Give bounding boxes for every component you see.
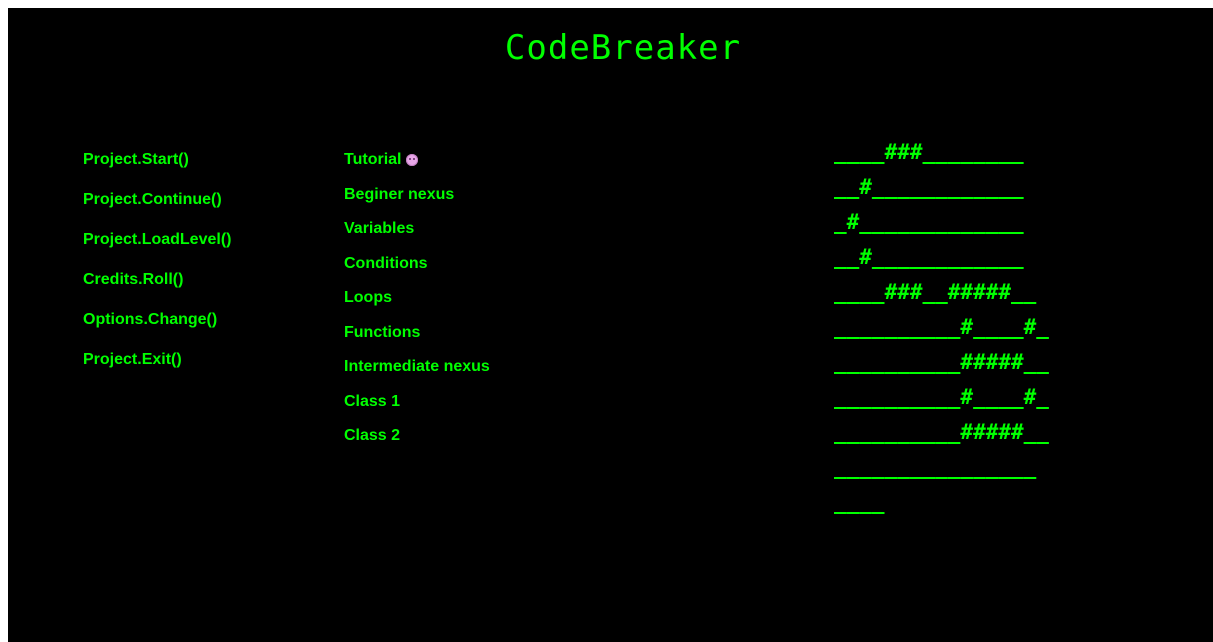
level-item-class-2[interactable]: Class 2 [344, 424, 490, 448]
level-item-label: Beginer nexus [344, 185, 455, 203]
ascii-art-line: __________#####__ [834, 420, 1049, 444]
level-item-label: Intermediate nexus [344, 358, 490, 375]
face-icon [406, 154, 419, 166]
menu-item-start[interactable]: Project.Start() [83, 148, 231, 172]
ascii-art-line: ________________ [834, 455, 1037, 479]
game-screen: CodeBreaker Project.Start() Project.Cont… [8, 8, 1213, 642]
ascii-art-line: __________#####__ [834, 350, 1049, 374]
level-item-functions[interactable]: Functions [344, 321, 490, 345]
menu-item-exit[interactable]: Project.Exit() [83, 348, 231, 372]
level-item-label: Functions [344, 323, 421, 341]
level-item-tutorial[interactable]: Tutorial [344, 148, 490, 172]
menu-item-continue[interactable]: Project.Continue() [83, 188, 231, 212]
level-item-conditions[interactable]: Conditions [344, 252, 490, 276]
level-item-label: Tutorial [344, 151, 402, 168]
ascii-art-line: __________#____#_ [834, 385, 1049, 409]
ascii-art-line: ____ [834, 490, 885, 514]
level-list: Tutorial Beginer nexus Variables Conditi… [344, 148, 490, 448]
level-item-variables[interactable]: Variables [344, 217, 490, 241]
level-item-loops[interactable]: Loops [344, 286, 490, 310]
ascii-art-line: ____###________ [834, 140, 1024, 164]
level-item-label: Variables [344, 220, 415, 237]
level-item-beginer-nexus[interactable]: Beginer nexus [344, 183, 490, 207]
ascii-art-line: __#____________ [834, 245, 1024, 269]
ascii-art-line: ____###__#####__ [834, 280, 1037, 304]
menu-item-load-level[interactable]: Project.LoadLevel() [83, 228, 231, 252]
level-item-intermediate-nexus[interactable]: Intermediate nexus [344, 355, 490, 379]
level-item-label: Conditions [344, 254, 428, 272]
ascii-art-line: __#____________ [834, 175, 1024, 199]
menu-item-credits[interactable]: Credits.Roll() [83, 268, 231, 292]
ascii-art-map: ____###________ __#____________ _#______… [834, 140, 1049, 515]
menu-item-options[interactable]: Options.Change() [83, 308, 231, 332]
ascii-art-line: __________#____#_ [834, 315, 1049, 339]
game-title: CodeBreaker [504, 28, 742, 68]
ascii-art-line: _#_____________ [834, 210, 1024, 234]
level-item-label: Class 2 [344, 427, 401, 444]
level-item-label: Class 1 [344, 392, 401, 410]
main-menu: Project.Start() Project.Continue() Proje… [83, 148, 231, 372]
level-item-class-1[interactable]: Class 1 [344, 390, 490, 414]
level-item-label: Loops [344, 289, 392, 306]
